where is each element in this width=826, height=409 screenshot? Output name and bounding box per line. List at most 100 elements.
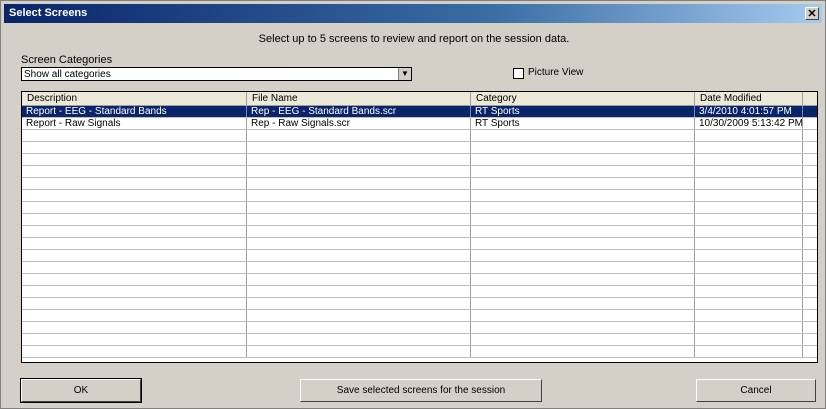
table-cell [247, 250, 471, 261]
table-cell [695, 166, 803, 177]
table-cell [471, 190, 695, 201]
table-cell [247, 334, 471, 345]
empty-table-row [22, 178, 817, 190]
chevron-down-icon[interactable]: ▼ [398, 68, 411, 80]
table-cell [22, 334, 247, 345]
empty-table-row [22, 262, 817, 274]
table-cell [247, 190, 471, 201]
table-cell [471, 166, 695, 177]
table-cell [22, 262, 247, 273]
cancel-button[interactable]: Cancel [696, 379, 816, 402]
table-cell [22, 346, 247, 357]
table-cell [247, 262, 471, 273]
empty-table-row [22, 130, 817, 142]
table-cell [22, 154, 247, 165]
table-cell [22, 226, 247, 237]
table-cell [22, 214, 247, 225]
table-cell: Rep - Raw Signals.scr [247, 118, 471, 129]
empty-table-row [22, 226, 817, 238]
table-cell [471, 178, 695, 189]
table-cell [247, 178, 471, 189]
table-cell [695, 202, 803, 213]
close-button[interactable]: ✕ [805, 7, 819, 20]
table-cell [247, 142, 471, 153]
table-cell [247, 202, 471, 213]
table-row[interactable]: Report - Raw Signals Rep - Raw Signals.sc… [22, 118, 817, 130]
table-cell [471, 250, 695, 261]
empty-table-row [22, 250, 817, 262]
empty-table-row [22, 298, 817, 310]
table-cell [247, 226, 471, 237]
table-cell [471, 274, 695, 285]
column-header[interactable]: File Name [247, 92, 471, 105]
table-cell [471, 262, 695, 273]
table-cell [695, 262, 803, 273]
screen-categories-value: Show all categories [24, 69, 111, 80]
table-row[interactable]: Report - EEG - Standard Bands Rep - EEG -… [22, 106, 817, 118]
screen-categories-label: Screen Categories [21, 54, 113, 66]
table-header: Description File Name Category Date Modifie… [22, 92, 817, 106]
table-cell [471, 238, 695, 249]
ok-button-label: OK [73, 385, 89, 396]
table-cell: Report - EEG - Standard Bands [22, 106, 247, 117]
empty-table-row [22, 238, 817, 250]
table-cell [471, 214, 695, 225]
table-cell [22, 322, 247, 333]
table-cell [247, 130, 471, 141]
ok-button[interactable]: OK [20, 378, 142, 403]
table-cell [471, 310, 695, 321]
empty-table-row [22, 214, 817, 226]
table-cell [695, 226, 803, 237]
instruction-text: Select up to 5 screens to review and rep… [258, 33, 570, 45]
table-cell [695, 310, 803, 321]
table-cell [695, 298, 803, 309]
table-cell [22, 310, 247, 321]
empty-table-row [22, 274, 817, 286]
table-cell [695, 286, 803, 297]
table-cell [471, 286, 695, 297]
title-bar: Select Screens ✕ [4, 4, 822, 23]
table-body: Report - EEG - Standard Bands Rep - EEG -… [22, 106, 817, 362]
save-button-label: Save selected screens for the session [336, 385, 506, 396]
table-cell [695, 130, 803, 141]
table-cell [695, 190, 803, 201]
picture-view-checkbox[interactable] [513, 68, 524, 79]
screens-table[interactable]: Description File Name Category Date Modifie… [21, 91, 818, 363]
table-cell: Report - Raw Signals [22, 118, 247, 129]
table-cell [247, 214, 471, 225]
table-cell [695, 346, 803, 357]
column-header[interactable]: Description [22, 92, 247, 105]
table-cell: Rep - EEG - Standard Bands.scr [247, 106, 471, 117]
table-cell [22, 202, 247, 213]
table-cell [247, 298, 471, 309]
table-cell [22, 298, 247, 309]
table-cell [22, 130, 247, 141]
table-cell [471, 142, 695, 153]
select-screens-dialog: Select Screens ✕ Select up to 5 screens … [0, 0, 826, 409]
dialog-title: Select Screens [9, 7, 88, 19]
table-cell [247, 166, 471, 177]
column-header[interactable]: Date Modified [695, 92, 803, 105]
table-cell [695, 334, 803, 345]
table-cell [695, 238, 803, 249]
table-cell [247, 286, 471, 297]
save-selected-screens-button[interactable]: Save selected screens for the session [300, 379, 542, 402]
table-cell [471, 154, 695, 165]
table-cell [22, 250, 247, 261]
picture-view-label: Picture View [528, 67, 584, 78]
close-icon: ✕ [807, 8, 817, 20]
table-cell [695, 250, 803, 261]
table-cell: 3/4/2010 4:01:57 PM [695, 106, 803, 117]
table-cell [471, 334, 695, 345]
table-cell [247, 154, 471, 165]
screen-categories-dropdown[interactable]: Show all categories ▼ [21, 67, 412, 81]
column-header[interactable]: Category [471, 92, 695, 105]
table-cell [695, 154, 803, 165]
table-cell [22, 142, 247, 153]
table-cell [695, 178, 803, 189]
table-cell [22, 238, 247, 249]
empty-table-row [22, 154, 817, 166]
table-cell: RT Sports [471, 118, 695, 129]
table-cell: 10/30/2009 5:13:42 PM [695, 118, 803, 129]
table-cell [247, 310, 471, 321]
